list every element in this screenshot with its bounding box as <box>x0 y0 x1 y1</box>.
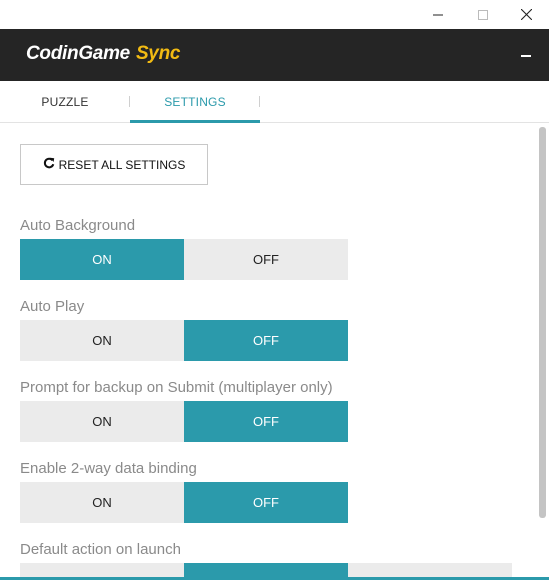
two-way-binding-on-option[interactable]: ON <box>20 482 184 523</box>
two-way-binding-toggle: ON OFF <box>20 482 348 523</box>
setting-label-default-action: Default action on launch <box>20 541 181 558</box>
setting-label-two-way-binding: Enable 2-way data binding <box>20 460 197 477</box>
setting-label-prompt-backup: Prompt for backup on Submit (multiplayer… <box>20 379 333 396</box>
prompt-backup-toggle: ON OFF <box>20 401 348 442</box>
prompt-backup-off-option[interactable]: OFF <box>184 401 348 442</box>
two-way-binding-off-option[interactable]: OFF <box>184 482 348 523</box>
codingame-sync-logo: CodinGame Sync <box>26 41 180 67</box>
minimize-icon <box>432 10 443 20</box>
setting-label-auto-play: Auto Play <box>20 298 85 315</box>
window-title-bar <box>0 0 549 29</box>
collapse-button[interactable] <box>512 41 540 67</box>
close-icon <box>521 9 532 20</box>
app-header: CodinGame Sync <box>0 29 549 81</box>
auto-play-off-option[interactable]: OFF <box>184 320 348 361</box>
app-window: CodinGame Sync PUZZLE SETTINGS RESET ALL… <box>0 0 549 580</box>
reset-all-settings-button[interactable]: RESET ALL SETTINGS <box>20 144 208 185</box>
setting-label-auto-background: Auto Background <box>20 217 136 234</box>
logo-text-sync: Sync <box>135 43 181 64</box>
minimize-button[interactable] <box>415 0 460 29</box>
refresh-icon <box>43 157 59 172</box>
tab-settings[interactable]: SETTINGS <box>130 81 260 123</box>
maximize-button[interactable] <box>460 0 505 29</box>
auto-play-on-option[interactable]: ON <box>20 320 184 361</box>
logo-text-codingame: CodinGame <box>26 43 130 64</box>
auto-background-off-option[interactable]: OFF <box>184 239 348 280</box>
auto-background-on-option[interactable]: ON <box>20 239 184 280</box>
reset-button-label: RESET ALL SETTINGS <box>58 157 186 172</box>
tab-bar: PUZZLE SETTINGS <box>0 81 549 123</box>
tab-separator <box>259 96 260 107</box>
prompt-backup-on-option[interactable]: ON <box>20 401 184 442</box>
maximize-icon <box>477 9 488 20</box>
auto-play-toggle: ON OFF <box>20 320 348 361</box>
auto-background-toggle: ON OFF <box>20 239 348 280</box>
settings-panel: RESET ALL SETTINGS Auto Background ON OF… <box>0 124 549 580</box>
minus-icon <box>521 45 531 63</box>
scrollbar-thumb[interactable] <box>539 127 546 518</box>
tab-puzzle[interactable]: PUZZLE <box>0 81 130 122</box>
close-button[interactable] <box>504 0 549 29</box>
